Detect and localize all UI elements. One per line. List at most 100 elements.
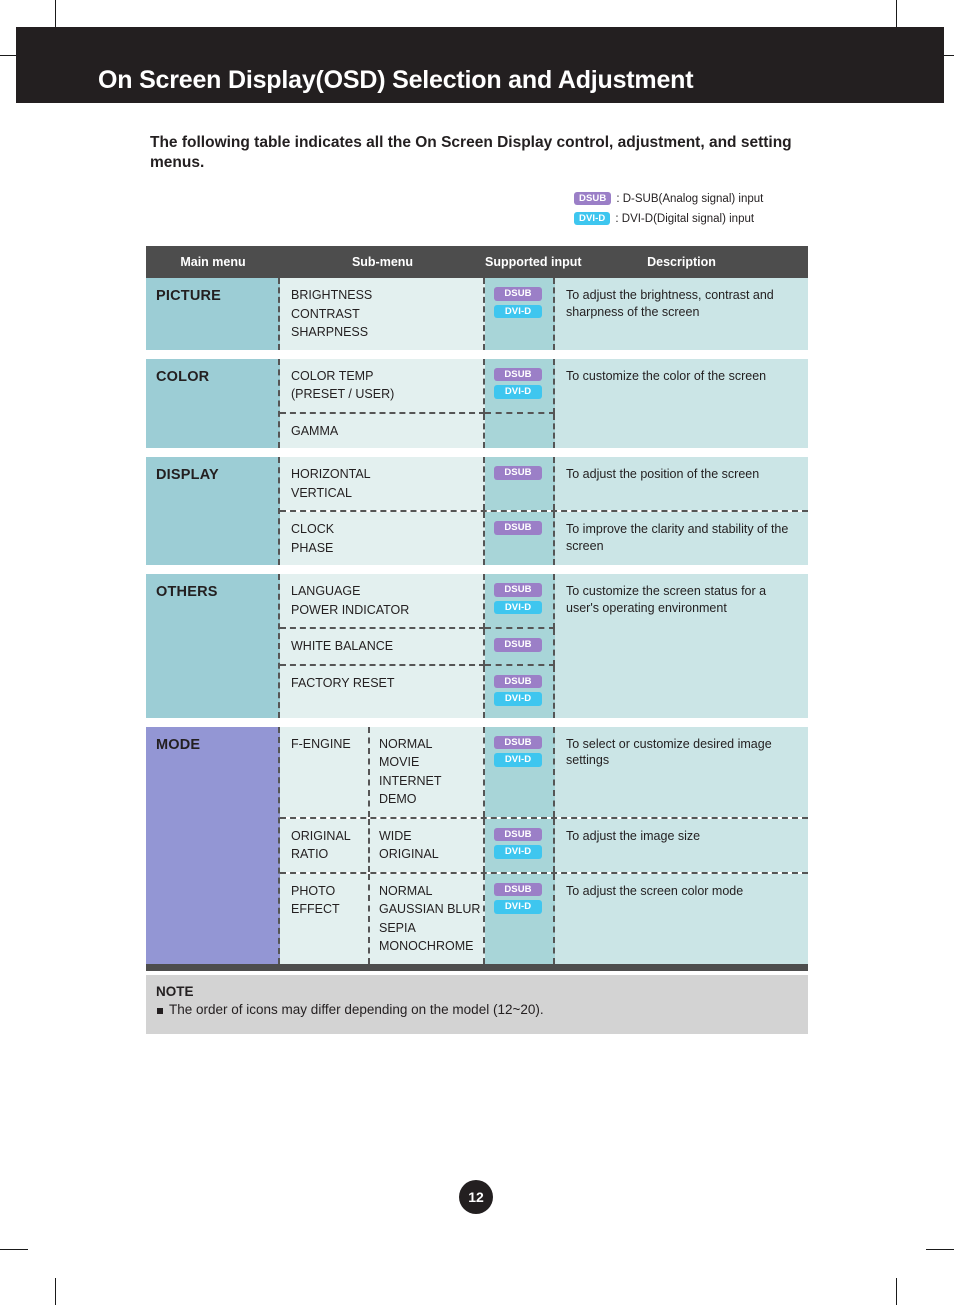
table-row: BRIGHTNESS CONTRAST SHARPNESS DSUB DVI-D To a… [280, 278, 808, 350]
description-cell: To customize the screen status for a use… [555, 574, 808, 629]
sub-menu-label: LANGUAGE POWER INDICATOR [291, 584, 410, 617]
sub-menu-cell[interactable]: FACTORY RESET [280, 665, 485, 718]
table-header-row: Main menu Sub-menu Supported input Descr… [146, 246, 808, 278]
table-section: MODE F-ENGINE NORMAL MOVIE INTERNET DEMO DSUB D… [146, 726, 808, 964]
table-section: COLOR COLOR TEMP (PRESET / USER) DSUB DVI-D… [146, 358, 808, 448]
dvid-badge-icon: DVI-D [494, 385, 542, 399]
description-cell: To adjust the brightness, contrast and s… [555, 278, 808, 350]
table-body: PICTURE BRIGHTNESS CONTRAST SHARPNESS DSUB DV… [146, 278, 808, 964]
page-title: On Screen Display(OSD) Selection and Adj… [98, 66, 694, 94]
sub-menu-options-label: NORMAL GAUSSIAN BLUR SEPIA MONOCHROME [379, 883, 481, 954]
main-menu-label: COLOR [156, 368, 210, 385]
signal-legend: DSUB : D-SUB(Analog signal) input DVI-D: D… [574, 190, 794, 230]
note-title: NOTE [156, 984, 194, 999]
main-menu-cell-mode[interactable]: MODE [146, 726, 280, 964]
table-row: F-ENGINE NORMAL MOVIE INTERNET DEMO DSUB DVI-D… [280, 726, 808, 819]
main-menu-cell-display[interactable]: DISPLAY [146, 457, 280, 565]
crop-mark-bottom-right-horizontal [926, 1249, 954, 1250]
main-menu-cell-others[interactable]: OTHERS [146, 574, 280, 718]
dsub-badge-icon: DSUB [494, 638, 542, 652]
table-row: CLOCK PHASE DSUB To improve the clarity and… [280, 512, 808, 565]
sub-menu-group-label: PHOTO EFFECT [291, 883, 340, 917]
dvid-badge-icon: DVI-D [494, 900, 542, 914]
intro-paragraph: The following table indicates all the On… [150, 134, 792, 172]
sub-menu-label: GAMMA [291, 423, 339, 438]
sub-menu-label: FACTORY RESET [291, 675, 395, 690]
description-text: To customize the screen status for a use… [566, 584, 767, 615]
dvid-badge-icon: DVI-D [494, 753, 542, 767]
supported-input-cell: DSUB [485, 457, 555, 510]
supported-input-cell: DSUB DVI-D [485, 818, 555, 872]
crop-mark-top-right-vertical [896, 0, 897, 27]
sub-menu-cell[interactable]: HORIZONTAL VERTICAL [280, 457, 485, 510]
sub-menu-cell[interactable]: CLOCK PHASE [280, 512, 485, 565]
sub-menu-cell[interactable]: COLOR TEMP (PRESET / USER) [280, 358, 485, 414]
description-cell: To improve the clarity and stability of … [555, 512, 808, 565]
description-text: To adjust the screen color mode [566, 883, 744, 898]
sub-menu-label: BRIGHTNESS CONTRAST SHARPNESS [291, 288, 373, 339]
sub-menu-group[interactable]: F-ENGINE [280, 726, 370, 817]
main-menu-cell-picture[interactable]: PICTURE [146, 278, 280, 350]
section-rows: LANGUAGE POWER INDICATOR DSUB DVI-D To custo… [280, 574, 808, 718]
dsub-badge-icon: DSUB [494, 287, 542, 301]
sub-menu-group-label: ORIGINAL RATIO [291, 828, 351, 862]
dvid-badge-icon: DVI-D [574, 211, 611, 226]
column-header-description: Description [647, 255, 716, 269]
sub-menu-label: HORIZONTAL VERTICAL [291, 467, 371, 500]
sub-menu-options[interactable]: NORMAL GAUSSIAN BLUR SEPIA MONOCHROME [370, 874, 483, 964]
table-row: LANGUAGE POWER INDICATOR DSUB DVI-D To custo… [280, 574, 808, 629]
sub-menu-options[interactable]: NORMAL MOVIE INTERNET DEMO [370, 727, 483, 817]
sub-menu-group[interactable]: PHOTO EFFECT [280, 873, 370, 964]
bullet-icon [157, 1008, 163, 1014]
table-row: ORIGINAL RATIO WIDE ORIGINAL DSUB DVI-D To adj… [280, 818, 808, 874]
supported-input-cell: DSUB DVI-D [485, 726, 555, 817]
crop-mark-bottom-left-horizontal [0, 1249, 28, 1250]
table-row: FACTORY RESET DSUB DVI-D [280, 665, 808, 718]
description-cell [555, 413, 808, 448]
note-box: NOTE The order of icons may differ depen… [146, 975, 808, 1034]
note-line: The order of icons may differ depending … [156, 1002, 808, 1017]
dsub-badge-icon: DSUB [494, 674, 542, 688]
dvid-badge-icon: DVI-D [494, 304, 542, 318]
sub-menu-label: WHITE BALANCE [291, 639, 394, 653]
crop-mark-bottom-left-vertical [55, 1278, 56, 1305]
table-section: DISPLAY HORIZONTAL VERTICAL DSUB To adjust t… [146, 457, 808, 565]
dsub-badge-icon: DSUB [574, 191, 612, 206]
sub-menu-options-label: NORMAL MOVIE INTERNET DEMO [379, 736, 442, 807]
description-cell: To adjust the screen color mode [555, 873, 808, 964]
description-cell [555, 665, 808, 718]
supported-input-cell: DSUB DVI-D [485, 574, 555, 629]
note-text: The order of icons may differ depending … [169, 1002, 544, 1017]
dsub-badge-icon: DSUB [494, 367, 542, 381]
dsub-badge-icon: DSUB [494, 466, 542, 480]
description-text: To improve the clarity and stability of … [566, 522, 789, 553]
table-row: GAMMA [280, 413, 808, 448]
table-row: WHITE BALANCE DSUB [280, 629, 808, 666]
dsub-badge-icon: DSUB [494, 583, 542, 597]
sub-menu-group[interactable]: ORIGINAL RATIO [280, 818, 370, 872]
main-menu-label: OTHERS [156, 584, 218, 600]
sub-menu-cell[interactable]: PHOTO EFFECT NORMAL GAUSSIAN BLUR SEPIA MONOC… [280, 873, 485, 964]
description-cell: To select or customize desired image set… [555, 726, 808, 817]
dsub-badge-icon: DSUB [494, 882, 542, 896]
page-number-badge: 12 [459, 1180, 493, 1214]
sub-menu-cell[interactable]: GAMMA [280, 413, 485, 448]
sub-menu-cell[interactable]: BRIGHTNESS CONTRAST SHARPNESS [280, 278, 485, 350]
sub-menu-label: COLOR TEMP (PRESET / USER) [291, 368, 395, 402]
sub-menu-options[interactable]: WIDE ORIGINAL [370, 819, 483, 872]
supported-input-cell: DSUB DVI-D [485, 358, 555, 414]
sub-menu-cell[interactable]: ORIGINAL RATIO WIDE ORIGINAL [280, 818, 485, 872]
main-menu-cell-color[interactable]: COLOR [146, 358, 280, 448]
sub-menu-cell[interactable]: WHITE BALANCE [280, 629, 485, 666]
sub-menu-cell[interactable]: F-ENGINE NORMAL MOVIE INTERNET DEMO [280, 726, 485, 817]
supported-input-cell: DSUB DVI-D [485, 873, 555, 964]
description-text: To adjust the position of the screen [566, 467, 760, 481]
sub-menu-label: CLOCK PHASE [291, 522, 335, 555]
main-menu-label: DISPLAY [156, 467, 219, 483]
legend-label: : D-SUB(Analog signal) input [616, 192, 764, 205]
sub-menu-group-label: F-ENGINE [291, 736, 351, 751]
legend-item: DVI-D: DVI-D(Digital signal) input [574, 210, 794, 227]
sub-menu-cell[interactable]: LANGUAGE POWER INDICATOR [280, 574, 485, 629]
table-bottom-rule [146, 963, 808, 971]
section-rows: F-ENGINE NORMAL MOVIE INTERNET DEMO DSUB DVI-D… [280, 726, 808, 964]
